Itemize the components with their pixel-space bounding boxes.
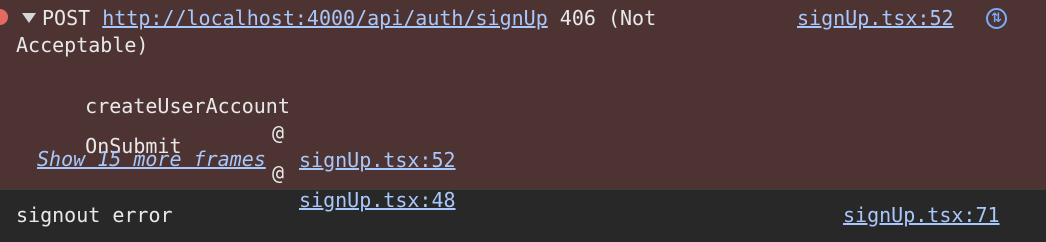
- request-url-link[interactable]: http://localhost:4000/api/auth/signUp: [102, 6, 548, 30]
- message-divider: [0, 189, 1046, 190]
- network-request-icon[interactable]: ⇅: [986, 8, 1007, 29]
- console-error-message: POST http://localhost:4000/api/auth/sign…: [0, 0, 1046, 212]
- show-more-frames-link[interactable]: Show 15 more frames: [37, 146, 266, 173]
- frame-source-link[interactable]: signUp.tsx:52: [299, 147, 456, 174]
- error-source-link[interactable]: signUp.tsx:52: [797, 5, 954, 32]
- request-method: POST: [42, 6, 91, 30]
- frame-source-link[interactable]: signUp.tsx:48: [299, 187, 456, 214]
- log-source-link[interactable]: signUp.tsx:71: [843, 202, 1000, 229]
- error-header[interactable]: POST http://localhost:4000/api/auth/sign…: [16, 5, 776, 59]
- frame-at: @: [272, 121, 285, 145]
- expand-triangle-icon[interactable]: [22, 13, 36, 23]
- error-icon: [0, 9, 8, 25]
- frame-at: @: [272, 161, 285, 185]
- log-message: signout error: [16, 203, 173, 227]
